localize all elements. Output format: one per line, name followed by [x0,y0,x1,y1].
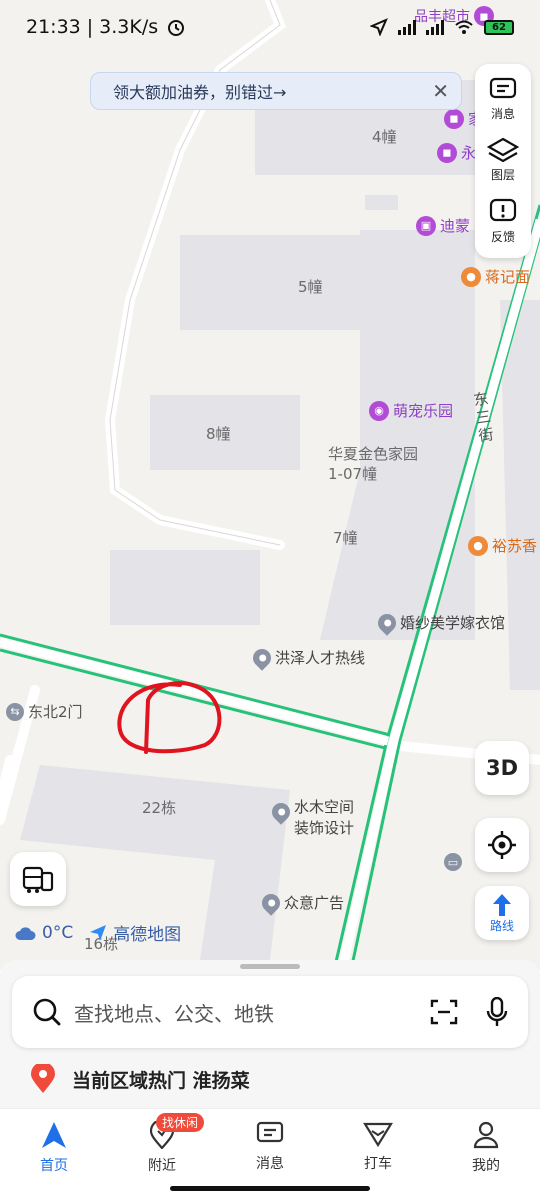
building-label-8: 8幢 [206,425,231,443]
amap-logo-icon [90,924,107,941]
3d-label: 3D [485,756,519,780]
crosshair-icon [488,831,516,859]
food-icon: ● [468,535,488,556]
poi-zhongyi[interactable]: 众意广告 [258,889,345,916]
location-pin-icon [249,644,275,671]
nearby-badge: 找休闲 [156,1113,205,1132]
route-button[interactable]: 路线 [475,886,529,940]
message-icon [256,1121,284,1143]
poi-wedding-label: 婚纱美学嫁衣馆 [400,614,506,632]
microphone-icon[interactable] [486,997,508,1027]
location-arrow-icon [370,18,388,36]
route-label: 路线 [489,918,514,933]
poi-shuimu-label: 水木空间装饰设计 [294,798,355,837]
messages-button[interactable]: 消息 [488,77,518,122]
location-pin-icon [258,889,284,916]
nav-taxi-label: 打车 [364,1156,392,1172]
messages-label: 消息 [490,107,515,122]
store-icon: ▣ [416,215,436,236]
poi-wedding[interactable]: 婚纱美学嫁衣馆 [374,609,506,636]
amap-logo-text: 高德地图 [113,925,182,945]
building-label-22: 22栋 [142,799,177,817]
home-indicator [170,1186,370,1191]
hot-area-tip[interactable]: 当前区域热门 淮扬菜 [30,1064,250,1094]
location-pin-icon [268,799,294,825]
signal-icon [426,19,444,35]
poi-gate[interactable]: ⇆ 东北2门 [6,701,83,722]
layers-button[interactable]: 图层 [487,136,519,183]
poi-jiangji-label: 蒋记面 [485,268,531,286]
food-icon: ● [461,266,481,287]
locate-button[interactable] [475,818,529,872]
layers-label: 图层 [490,168,515,183]
feedback-icon [489,198,517,221]
poi-dimeng-label: 迪蒙 [440,217,471,235]
3d-button[interactable]: 3D [475,741,529,795]
nav-mine-label: 我的 [472,1158,500,1174]
search-icon [33,998,61,1026]
poi-jiangji[interactable]: ● 蒋记面 [461,266,530,287]
commute-button[interactable] [10,852,66,906]
poi-yong[interactable]: ◼ 永 [437,142,476,163]
close-icon[interactable]: ✕ [432,79,449,103]
network-speed: 3.3K/s [99,16,159,38]
car-icon: ▭ [444,853,462,871]
sheet-handle[interactable] [240,964,300,969]
building-label-4: 4幢 [372,128,397,146]
search-bar[interactable]: 查找地点、公交、地铁 [12,976,528,1048]
promo-text: 领大额加油券，别错过→ [113,83,287,102]
nav-messages-label: 消息 [256,1156,284,1172]
nav-nearby-label: 附近 [148,1158,176,1174]
poi-talent[interactable]: 洪泽人才热线 [249,644,366,671]
shop-icon: ◼ [437,142,457,163]
message-icon [489,78,517,99]
poi-yusu-label: 裕苏香 [492,537,538,555]
poi-talent-label: 洪泽人才热线 [275,649,366,667]
poi-shuimu[interactable]: 水木空间装饰设计 [268,797,366,839]
compound-label: 华夏金色家园1-07幢 [328,445,419,483]
user-icon [473,1121,499,1149]
cat-icon: ◉ [369,400,389,421]
poi-gate-label: 东北2门 [28,703,83,721]
cloud-icon [15,926,36,940]
status-bar: 21:33 | 3.3K/s 62 [0,0,540,54]
battery-icon: 62 [484,19,514,35]
poi-yong-label: 永 [461,144,477,162]
nav-mine[interactable]: 我的 [432,1109,540,1200]
location-pin-icon [374,609,400,636]
building-small [110,550,260,625]
building-label-7: 7幢 [333,529,358,547]
building-label-5: 5幢 [298,278,323,296]
signal-icon [398,19,416,35]
temperature: 0°C [42,922,74,943]
alarm-icon [168,20,185,36]
promo-banner[interactable]: 领大额加油券，别错过→ ✕ [90,72,462,110]
clock: 21:33 [26,16,81,38]
navigation-arrow-icon [42,1122,66,1148]
route-arrow-icon [493,893,511,916]
nav-home[interactable]: 首页 [0,1109,108,1200]
poi-zhongyi-label: 众意广告 [284,894,345,912]
gate-icon: ⇆ [6,702,24,721]
hot-area-text: 当前区域热门 淮扬菜 [72,1069,250,1092]
taxi-icon [363,1122,393,1147]
search-input[interactable]: 查找地点、公交、地铁 [74,998,274,1027]
nav-home-label: 首页 [40,1158,68,1174]
poi-pets-label: 萌宠乐园 [393,402,454,420]
building-tiny [365,195,398,210]
poi-pets[interactable]: ◉ 萌宠乐园 [369,400,453,421]
weather-widget: 0°C 高德地图 [14,920,181,945]
location-pin-icon [31,1064,55,1093]
layers-icon [487,138,519,163]
poi-yusu[interactable]: ● 裕苏香 [468,535,537,556]
feedback-label: 反馈 [490,229,515,244]
feedback-button[interactable]: 反馈 [488,198,518,245]
shop-icon: ◼ [444,108,464,129]
scan-icon[interactable] [430,999,458,1025]
poi-dimeng[interactable]: ▣ 迪蒙 [416,215,470,236]
map-toolbar: 消息 图层 反馈 [475,64,531,258]
bus-phone-icon [22,866,54,893]
wifi-icon [455,20,473,34]
poi-car-service[interactable]: ▭ [444,853,462,871]
